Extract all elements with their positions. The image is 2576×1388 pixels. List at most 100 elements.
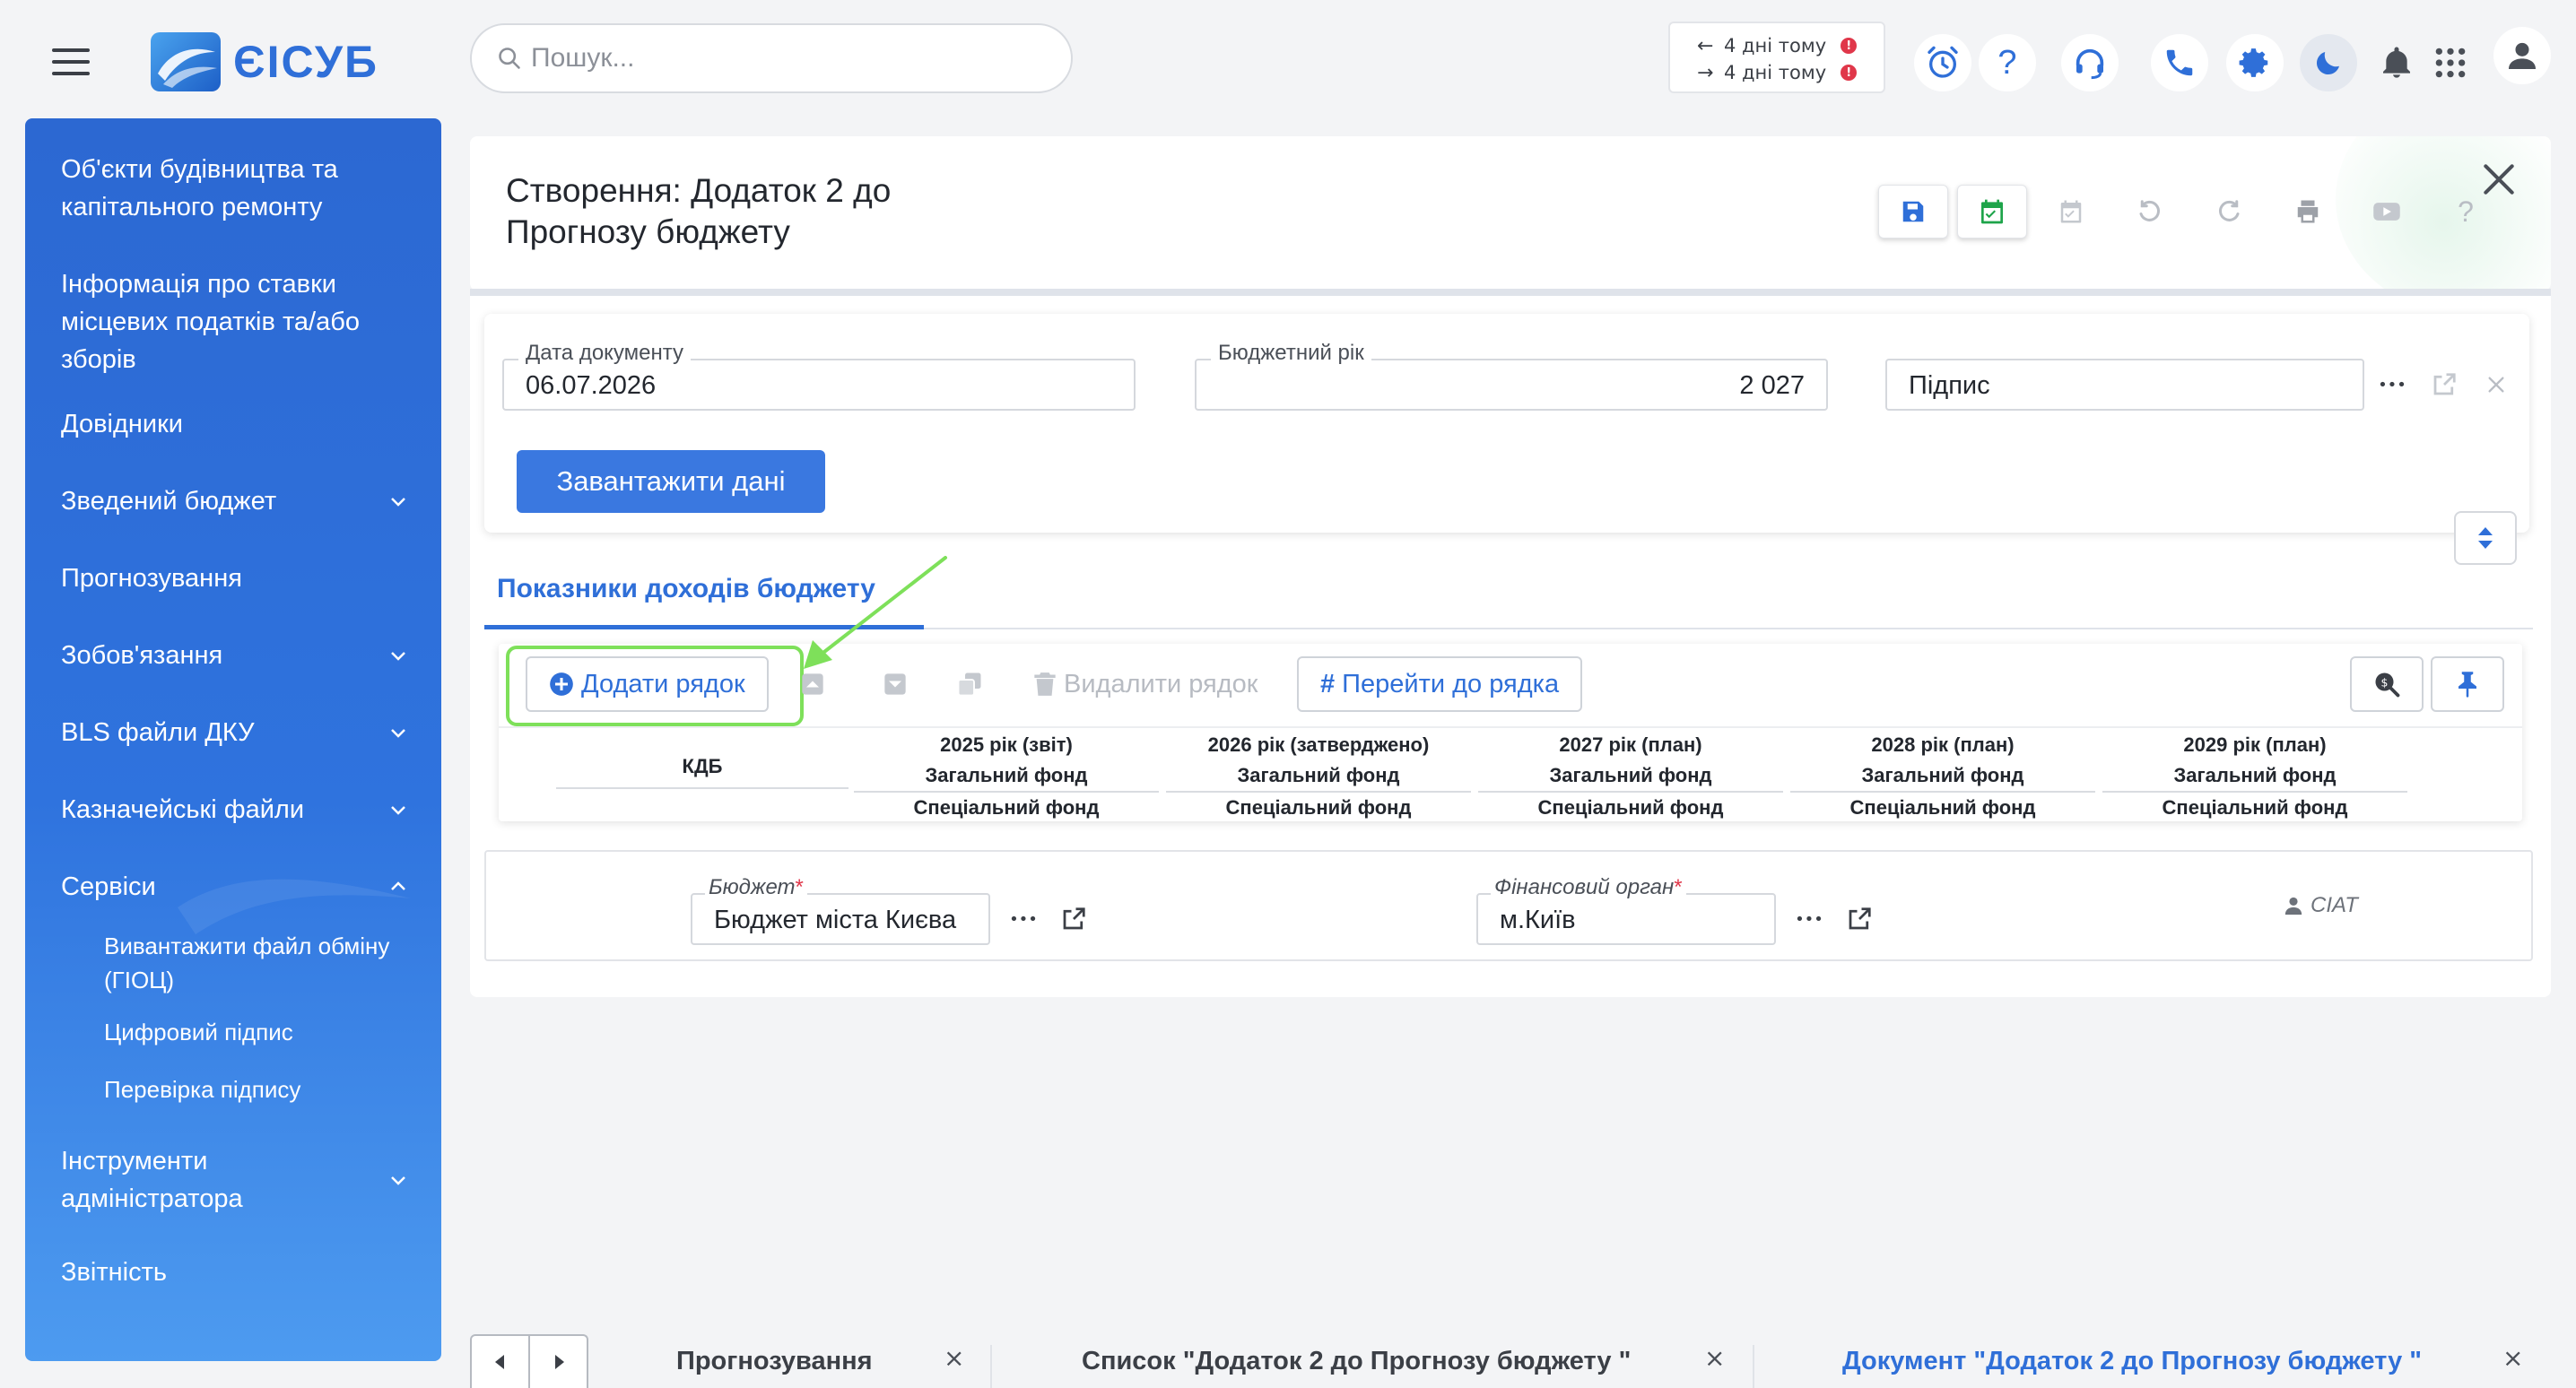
phone-icon[interactable] bbox=[2151, 34, 2208, 91]
open-external-icon[interactable] bbox=[2422, 362, 2467, 407]
notifications-panel[interactable]: ← 4 дні тому ! → 4 дні тому ! bbox=[1668, 22, 1885, 93]
sidebar-item-label: Інформація про ставки місцевих податків … bbox=[61, 270, 360, 374]
notification-incoming[interactable]: ← 4 дні тому ! bbox=[1697, 32, 1884, 59]
close-tab-icon[interactable]: × bbox=[1704, 1343, 1725, 1373]
document-date-value: 06.07.2026 bbox=[526, 371, 657, 400]
approve-button[interactable] bbox=[2036, 185, 2106, 239]
search-input[interactable] bbox=[531, 43, 1033, 74]
save-button[interactable] bbox=[1878, 185, 1948, 239]
bottom-tab-document[interactable]: Документ "Додаток 2 до Прогнозу бюджету … bbox=[1842, 1347, 2422, 1376]
undo-button[interactable] bbox=[2115, 185, 2185, 239]
sidebar-item-consolidated-budget[interactable]: Зведений бюджет bbox=[25, 482, 441, 520]
budget-open-icon[interactable] bbox=[1051, 897, 1096, 941]
clear-icon[interactable] bbox=[2474, 362, 2519, 407]
goto-row-button[interactable]: # Перейти до рядка bbox=[1297, 656, 1583, 712]
sidebar-item-treasury-files[interactable]: Казначейські файли bbox=[25, 791, 441, 828]
settings-icon[interactable] bbox=[2226, 34, 2284, 91]
financial-body-select-button[interactable]: ••• bbox=[1787, 897, 1832, 941]
sidebar-item-bls-files[interactable]: BLS файли ДКУ bbox=[25, 714, 441, 751]
copy-icon bbox=[957, 672, 981, 697]
budget-select-button[interactable]: ••• bbox=[1001, 897, 1046, 941]
caret-left-icon bbox=[494, 1355, 504, 1369]
copy-row-button[interactable] bbox=[956, 656, 983, 712]
sidebar-subitem-digital-signature[interactable]: Цифровий підпис bbox=[25, 1015, 441, 1049]
video-icon bbox=[2373, 203, 2400, 221]
redo-button[interactable] bbox=[2194, 185, 2264, 239]
save-and-close-button[interactable] bbox=[1957, 185, 2027, 239]
close-tab-icon[interactable]: × bbox=[2502, 1343, 2523, 1373]
add-row-button[interactable]: Додати рядок bbox=[526, 656, 769, 712]
delete-row-button[interactable]: Видалити рядок bbox=[1033, 656, 1258, 712]
chevron-down-icon bbox=[391, 498, 405, 507]
sidebar-item-label: Казначейські файли bbox=[61, 795, 305, 824]
apps-grid-icon[interactable] bbox=[2422, 34, 2479, 91]
sidebar: Об'єкти будівництва та капітального ремо… bbox=[25, 118, 441, 1361]
plus-circle-icon bbox=[550, 672, 573, 696]
tab-next-button[interactable] bbox=[528, 1336, 587, 1388]
sidebar-subitem-verify-signature[interactable]: Перевірка підпису bbox=[25, 1072, 441, 1106]
close-tab-icon[interactable]: × bbox=[944, 1343, 964, 1373]
search-box[interactable] bbox=[470, 23, 1073, 93]
column-year-title: 2029 рік (план) bbox=[2183, 733, 2327, 756]
chevron-down-icon bbox=[391, 806, 405, 815]
budget-label: Бюджет* bbox=[705, 875, 807, 900]
required-mark: * bbox=[795, 875, 804, 899]
financial-body-value: м.Київ bbox=[1500, 906, 1576, 934]
help-icon: ? bbox=[2458, 195, 2474, 228]
column-general-fund: Загальний фонд bbox=[2173, 764, 2337, 786]
sidebar-item-label: BLS файли ДКУ bbox=[61, 718, 255, 747]
bell-icon[interactable] bbox=[2368, 34, 2425, 91]
logo-mark bbox=[151, 32, 221, 91]
sidebar-item-services[interactable]: Сервіси bbox=[25, 868, 441, 906]
tab-separator bbox=[1753, 1345, 1754, 1388]
tab-prev-button[interactable] bbox=[472, 1336, 528, 1388]
author-tag: CIAT bbox=[2284, 893, 2358, 918]
signature-select-button[interactable]: ••• bbox=[2370, 362, 2415, 407]
pin-icon bbox=[2459, 672, 2476, 698]
app-logo[interactable]: ЄІСУБ bbox=[151, 32, 379, 91]
menu-icon[interactable] bbox=[52, 48, 90, 75]
financial-body-open-icon[interactable] bbox=[1837, 897, 1882, 941]
bottom-tab-forecasting[interactable]: Прогнозування bbox=[676, 1347, 873, 1376]
trash-icon bbox=[1034, 672, 1056, 696]
budget-value: Бюджет міста Києва bbox=[714, 906, 957, 934]
load-data-button[interactable]: Завантажити дані bbox=[517, 450, 825, 513]
dark-mode-icon[interactable] bbox=[2300, 34, 2357, 91]
search-grid-button[interactable]: $ bbox=[2350, 656, 2424, 712]
bottom-tab-list[interactable]: Список "Додаток 2 до Прогнозу бюджету " bbox=[1082, 1347, 1631, 1376]
budget-year-field[interactable]: Бюджетний рік 2 027 bbox=[1195, 341, 1828, 411]
sidebar-item-tax-rates[interactable]: Інформація про ставки місцевих податків … bbox=[25, 265, 441, 378]
pin-button[interactable] bbox=[2431, 656, 2504, 712]
save-icon bbox=[1902, 201, 1924, 222]
collapse-toggle-button[interactable] bbox=[2454, 511, 2517, 565]
sidebar-item-admin-tools[interactable]: Інструменти адміністратора bbox=[25, 1142, 441, 1218]
column-general-fund: Загальний фонд bbox=[1237, 764, 1400, 786]
column-header-2028: 2028 рік (план) Загальний фонд Спеціальн… bbox=[1790, 730, 2095, 821]
user-icon[interactable] bbox=[2493, 27, 2551, 84]
column-header-kdb: КДБ bbox=[682, 755, 723, 777]
sidebar-item-obligations[interactable]: Зобов'язання bbox=[25, 637, 441, 674]
notification-outgoing[interactable]: → 4 дні тому ! bbox=[1697, 59, 1884, 86]
financial-body-field[interactable]: Фінансовий орган* м.Київ bbox=[1476, 875, 1776, 945]
grid-header-line bbox=[556, 787, 849, 789]
sidebar-item-construction[interactable]: Об'єкти будівництва та капітального ремо… bbox=[25, 151, 441, 226]
sidebar-item-references[interactable]: Довідники bbox=[25, 405, 441, 443]
sidebar-item-forecasting[interactable]: Прогнозування bbox=[25, 560, 441, 597]
sidebar-subitem-label: Цифровий підпис bbox=[104, 1019, 293, 1045]
sidebar-item-label: Зобов'язання bbox=[61, 641, 223, 670]
budget-field[interactable]: Бюджет* Бюджет міста Києва bbox=[691, 875, 990, 945]
help-icon[interactable]: ? bbox=[1979, 34, 2036, 91]
video-button[interactable] bbox=[2352, 185, 2422, 239]
alert-badge: ! bbox=[1841, 65, 1858, 81]
signature-field[interactable]: Підпис bbox=[1885, 359, 2364, 411]
support-headset-icon[interactable] bbox=[2061, 34, 2119, 91]
column-year-title: 2027 рік (план) bbox=[1559, 733, 1702, 756]
search-money-icon: $ bbox=[2375, 672, 2400, 698]
print-button[interactable] bbox=[2273, 185, 2343, 239]
column-year-title: 2025 рік (звіт) bbox=[940, 733, 1073, 756]
sidebar-item-reports[interactable]: Звітність bbox=[25, 1254, 441, 1291]
calendar-check-icon bbox=[1981, 199, 2003, 224]
alarm-icon[interactable] bbox=[1914, 34, 1971, 91]
document-date-field[interactable]: Дата документу 06.07.2026 bbox=[502, 341, 1136, 411]
close-icon[interactable] bbox=[2479, 160, 2519, 199]
